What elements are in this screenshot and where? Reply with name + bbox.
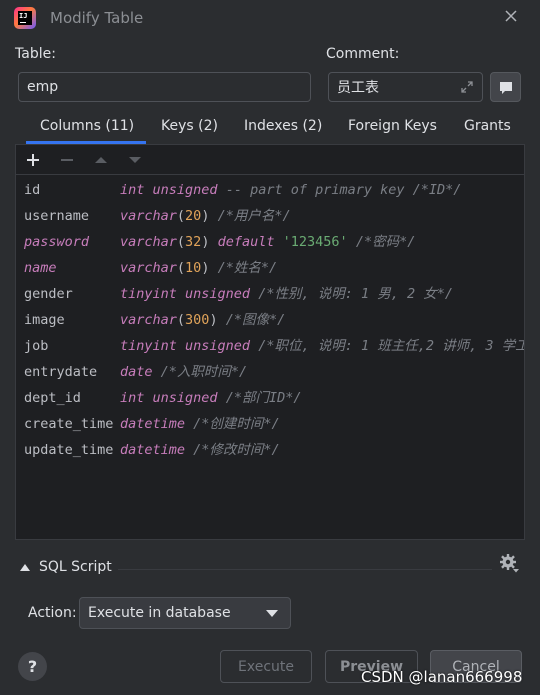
column-size: 20: [185, 208, 202, 224]
column-definition: varchar(32) default '123456' /*密码*/: [120, 234, 416, 250]
column-name: entrydate: [24, 364, 98, 380]
column-comment: /*职位, 说明: 1 班主任,2 讲师, 3 学工: [258, 338, 524, 354]
column-size: 300: [185, 312, 210, 328]
column-comment: /*部门ID*/: [225, 390, 302, 406]
tab-columns[interactable]: Columns (11): [40, 118, 134, 134]
tab-keys[interactable]: Keys (2): [161, 118, 218, 134]
columns-code-view[interactable]: id int unsigned -- part of primary key /*…: [24, 177, 524, 539]
close-icon[interactable]: [504, 9, 518, 23]
move-down-icon[interactable]: [128, 153, 142, 167]
column-type: varchar: [120, 260, 177, 276]
column-type: date: [120, 364, 153, 380]
comment-label: Comment:: [326, 46, 400, 62]
comment-input[interactable]: 员工表: [328, 72, 483, 102]
action-label: Action:: [28, 605, 77, 621]
column-name: image: [24, 312, 65, 328]
column-type: int unsigned: [120, 182, 218, 198]
collapse-arrow-icon[interactable]: [20, 563, 30, 571]
window-title: Modify Table: [50, 9, 144, 27]
column-comment: -- part of primary key /*ID*/: [225, 182, 462, 198]
table-name-input[interactable]: emp: [18, 72, 311, 102]
column-type: datetime: [120, 442, 186, 458]
column-name: create_time: [24, 416, 114, 432]
columns-panel: id int unsigned -- part of primary key /*…: [15, 144, 525, 540]
column-definition: int unsigned -- part of primary key /*ID…: [120, 177, 461, 203]
gear-icon[interactable]: [499, 553, 519, 573]
columns-toolbar: [16, 145, 524, 175]
column-comment: /*图像*/: [225, 312, 286, 328]
column-type: varchar: [120, 312, 177, 328]
action-select[interactable]: Execute in database: [79, 597, 291, 629]
column-name: gender: [24, 286, 73, 302]
column-type: varchar: [120, 208, 177, 224]
column-name: dept_id: [24, 390, 81, 406]
comment-button[interactable]: [490, 72, 521, 102]
column-name: update_time: [24, 442, 114, 458]
dropdown-caret-icon: [266, 610, 278, 617]
column-definition: date /*入职时间*/: [120, 359, 247, 385]
column-type: varchar: [120, 234, 177, 250]
column-definition: int unsigned /*部门ID*/: [120, 385, 301, 411]
watermark-text: CSDN @lanan666998: [361, 668, 523, 686]
column-type: tinyint unsigned: [120, 338, 251, 354]
column-comment: /*修改时间*/: [193, 442, 280, 458]
action-selected-value: Execute in database: [88, 605, 231, 621]
title-bar: IJ Modify Table: [0, 0, 540, 36]
help-icon[interactable]: ?: [18, 652, 47, 681]
default-keyword: default: [217, 234, 275, 250]
column-comment: /*入职时间*/: [160, 364, 248, 380]
column-comment: /*性别, 说明: 1 男, 2 女*/: [258, 286, 453, 302]
sql-section-divider: [118, 569, 492, 570]
column-comment: /*姓名*/: [217, 260, 278, 276]
app-logo-icon: IJ: [14, 7, 36, 29]
column-definition: datetime /*修改时间*/: [120, 437, 280, 463]
column-name: id: [24, 182, 41, 198]
column-name: name: [24, 260, 57, 276]
add-icon[interactable]: [26, 153, 40, 167]
column-type: int unsigned: [120, 390, 218, 406]
column-name: username: [24, 208, 90, 224]
column-definition: varchar(20) /*用户名*/: [120, 208, 291, 224]
table-label: Table:: [15, 46, 56, 62]
tab-foreign-keys[interactable]: Foreign Keys: [348, 118, 437, 134]
remove-icon[interactable]: [60, 153, 74, 167]
column-comment: /*用户名*/: [217, 208, 291, 224]
tab-indexes[interactable]: Indexes (2): [244, 118, 322, 134]
column-name: password: [24, 234, 90, 250]
execute-button[interactable]: Execute: [220, 650, 312, 683]
column-size: 10: [185, 260, 202, 276]
column-definition: varchar(300) /*图像*/: [120, 312, 286, 328]
sql-script-toggle[interactable]: SQL Script: [39, 559, 112, 575]
column-type: tinyint unsigned: [120, 286, 251, 302]
column-comment: /*创建时间*/: [193, 416, 280, 432]
column-definition: varchar(10) /*姓名*/: [120, 260, 278, 276]
tab-grants[interactable]: Grants: [464, 118, 511, 134]
move-up-icon[interactable]: [94, 153, 108, 167]
comment-value: 员工表: [337, 80, 379, 96]
comment-icon: [499, 81, 512, 94]
column-type: datetime: [120, 416, 186, 432]
default-value: '123456': [282, 234, 348, 250]
column-comment: /*密码*/: [355, 234, 416, 250]
column-definition: datetime /*创建时间*/: [120, 411, 280, 437]
column-definition: tinyint unsigned /*职位, 说明: 1 班主任,2 讲师, 3…: [120, 333, 524, 359]
table-name-value: emp: [27, 79, 59, 95]
column-name: job: [24, 338, 49, 354]
column-size: 32: [185, 234, 202, 250]
column-definition: tinyint unsigned /*性别, 说明: 1 男, 2 女*/: [120, 281, 453, 307]
expand-icon[interactable]: [460, 80, 474, 94]
